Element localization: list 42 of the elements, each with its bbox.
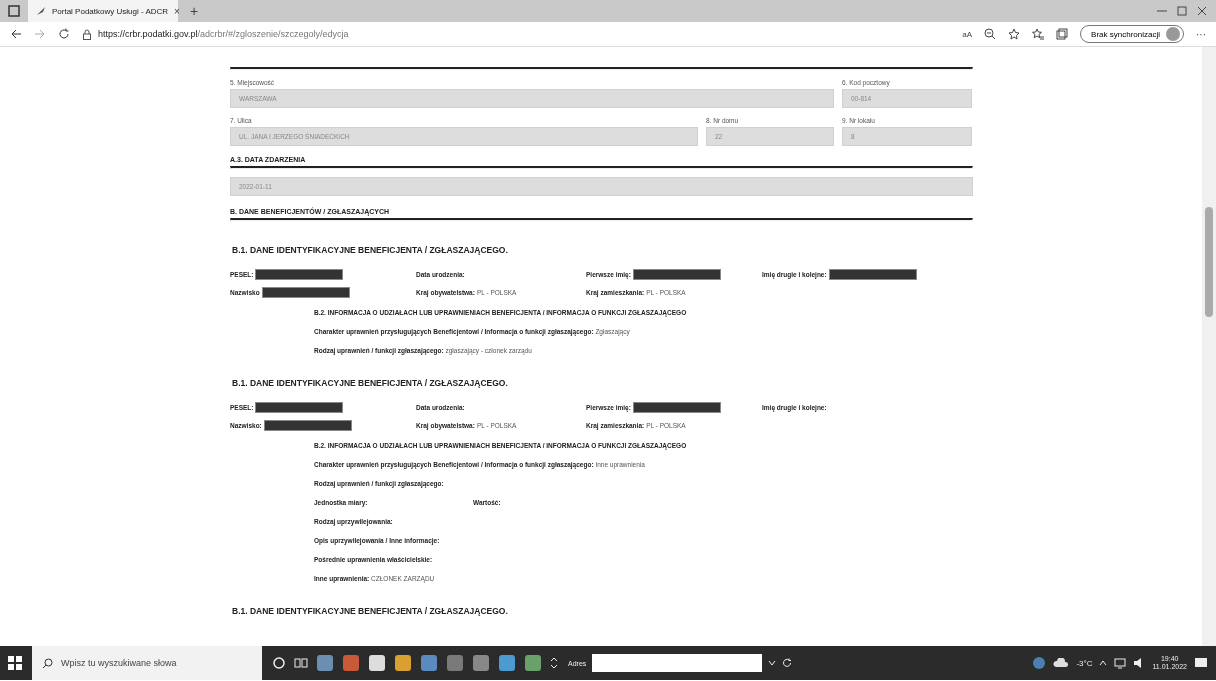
read-aloud-button[interactable]: aA bbox=[962, 29, 973, 39]
chevron-icon[interactable] bbox=[550, 656, 558, 670]
url-text: https://crbr.podatki.gov.pl/adcrbr/#/zgloszenie/szczegoly/edycja bbox=[98, 29, 349, 39]
feather-icon bbox=[36, 6, 46, 16]
search-icon bbox=[42, 657, 53, 669]
close-tab-button[interactable]: × bbox=[174, 5, 180, 17]
sync-button[interactable]: Brak synchronizacji bbox=[1080, 25, 1184, 43]
network-icon[interactable] bbox=[1114, 657, 1127, 669]
collections-icon[interactable] bbox=[1056, 28, 1069, 40]
lock-icon bbox=[82, 28, 92, 40]
temperature: -3°C bbox=[1076, 658, 1093, 668]
circle-icon[interactable] bbox=[272, 656, 286, 670]
cloud-icon[interactable] bbox=[1053, 658, 1070, 668]
address-field[interactable] bbox=[592, 654, 763, 672]
refresh-icon[interactable] bbox=[58, 28, 70, 40]
browser-tab[interactable]: Portal Podatkowy Usługi - ADCR × bbox=[28, 0, 178, 22]
address-bar[interactable]: https://crbr.podatki.gov.pl/adcrbr/#/zgloszenie/szczegoly/edycja bbox=[82, 24, 951, 44]
taskbar-search-field[interactable]: Wpisz tu wyszukiwane słowa bbox=[32, 646, 262, 680]
task-view-icon[interactable] bbox=[294, 656, 308, 670]
app-icon[interactable] bbox=[524, 654, 542, 672]
scrollbar-thumb[interactable] bbox=[1205, 207, 1213, 317]
zoom-icon[interactable] bbox=[984, 28, 997, 40]
app-icon[interactable] bbox=[316, 654, 334, 672]
new-tab-button[interactable]: + bbox=[186, 3, 203, 19]
dropdown-icon[interactable] bbox=[768, 659, 777, 667]
favorite-add-icon[interactable] bbox=[1008, 28, 1021, 40]
window-icon[interactable] bbox=[8, 5, 20, 17]
app-icon[interactable] bbox=[394, 654, 412, 672]
notification-icon[interactable] bbox=[1194, 656, 1208, 670]
close-icon[interactable] bbox=[1196, 5, 1208, 17]
caret-up-icon[interactable] bbox=[1099, 660, 1108, 666]
back-icon[interactable] bbox=[10, 28, 22, 40]
maximize-icon[interactable] bbox=[1176, 5, 1188, 17]
favorites-icon[interactable] bbox=[1032, 28, 1045, 40]
windows-logo-icon[interactable] bbox=[8, 656, 22, 670]
more-button[interactable]: ··· bbox=[1196, 28, 1206, 40]
section-heading: B.1. DANE IDENTYFIKACYJNE BENEFICJENTA / ZGŁASZAJĄCEGO. bbox=[232, 244, 509, 255]
app-icon[interactable] bbox=[498, 654, 516, 672]
app-icon[interactable] bbox=[368, 654, 386, 672]
section-heading: B.1. DANE IDENTYFIKACYJNE BENEFICJENTA / ZGŁASZAJĄCEGO. bbox=[232, 377, 509, 388]
section-heading: B.1. DANE IDENTYFIKACYJNE BENEFICJENTA / ZGŁASZAJĄCEGO. bbox=[232, 605, 509, 616]
avatar-icon bbox=[1166, 27, 1180, 41]
